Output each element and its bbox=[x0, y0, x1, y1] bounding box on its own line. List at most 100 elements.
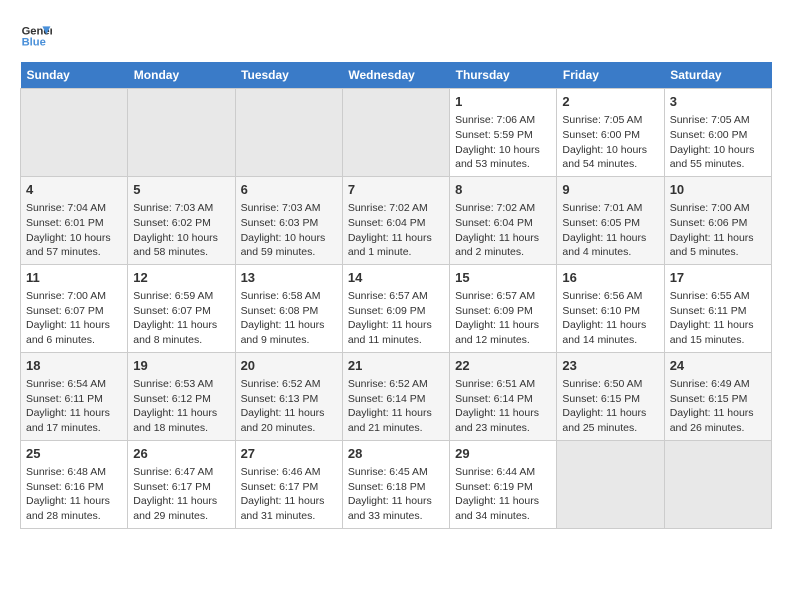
calendar-cell: 9Sunrise: 7:01 AMSunset: 6:05 PMDaylight… bbox=[557, 176, 664, 264]
day-number: 6 bbox=[241, 181, 337, 199]
day-number: 19 bbox=[133, 357, 229, 375]
day-number: 21 bbox=[348, 357, 444, 375]
calendar-cell: 2 Sunrise: 7:05 AMSunset: 6:00 PMDaylight… bbox=[557, 89, 664, 177]
cell-content: Sunrise: 6:54 AMSunset: 6:11 PMDaylight:… bbox=[26, 377, 122, 436]
cell-content: Sunrise: 6:47 AMSunset: 6:17 PMDaylight:… bbox=[133, 465, 229, 524]
calendar-cell: 19 Sunrise: 6:53 AMSunset: 6:12 PMDayligh… bbox=[128, 352, 235, 440]
day-number: 25 bbox=[26, 445, 122, 463]
calendar-cell: 11 Sunrise: 7:00 AMSunset: 6:07 PMDayligh… bbox=[21, 264, 128, 352]
day-number: 11 bbox=[26, 269, 122, 287]
calendar-cell: 13 Sunrise: 6:58 AMSunset: 6:08 PMDayligh… bbox=[235, 264, 342, 352]
calendar-cell: 4 Sunrise: 7:04 AMSunset: 6:01 PMDaylight… bbox=[21, 176, 128, 264]
svg-text:Blue: Blue bbox=[22, 37, 46, 49]
day-number: 12 bbox=[133, 269, 229, 287]
calendar-cell: 22 Sunrise: 6:51 AMSunset: 6:14 PMDayligh… bbox=[450, 352, 557, 440]
day-number: 7 bbox=[348, 181, 444, 199]
cell-content: Sunrise: 6:53 AMSunset: 6:12 PMDaylight:… bbox=[133, 377, 229, 436]
cell-content: Sunrise: 6:45 AMSunset: 6:18 PMDaylight:… bbox=[348, 465, 444, 524]
cell-content: Sunrise: 6:58 AMSunset: 6:08 PMDaylight:… bbox=[241, 289, 337, 348]
week-row-2: 4 Sunrise: 7:04 AMSunset: 6:01 PMDaylight… bbox=[21, 176, 772, 264]
cell-content: Sunrise: 6:57 AMSunset: 6:09 PMDaylight:… bbox=[455, 289, 551, 348]
day-number: 1 bbox=[455, 93, 551, 111]
cell-content: Sunrise: 7:05 AMSunset: 6:00 PMDaylight:… bbox=[562, 113, 658, 172]
calendar-cell: 24 Sunrise: 6:49 AMSunset: 6:15 PMDayligh… bbox=[664, 352, 771, 440]
cell-content: Sunrise: 6:48 AMSunset: 6:16 PMDaylight:… bbox=[26, 465, 122, 524]
day-number: 3 bbox=[670, 93, 766, 111]
header-cell-tuesday: Tuesday bbox=[235, 62, 342, 89]
week-row-5: 25 Sunrise: 6:48 AMSunset: 6:16 PMDayligh… bbox=[21, 440, 772, 528]
calendar-cell: 14 Sunrise: 6:57 AMSunset: 6:09 PMDayligh… bbox=[342, 264, 449, 352]
calendar-cell: 1 Sunrise: 7:06 AMSunset: 5:59 PMDaylight… bbox=[450, 89, 557, 177]
calendar-cell: 16Sunrise: 6:56 AMSunset: 6:10 PMDayligh… bbox=[557, 264, 664, 352]
day-number: 15 bbox=[455, 269, 551, 287]
cell-content: Sunrise: 7:06 AMSunset: 5:59 PMDaylight:… bbox=[455, 113, 551, 172]
cell-content: Sunrise: 6:55 AMSunset: 6:11 PMDaylight:… bbox=[670, 289, 766, 348]
calendar-cell: 17 Sunrise: 6:55 AMSunset: 6:11 PMDayligh… bbox=[664, 264, 771, 352]
calendar-cell: 10 Sunrise: 7:00 AMSunset: 6:06 PMDayligh… bbox=[664, 176, 771, 264]
calendar-cell: 5 Sunrise: 7:03 AMSunset: 6:02 PMDaylight… bbox=[128, 176, 235, 264]
cell-content: Sunrise: 7:05 AMSunset: 6:00 PMDaylight:… bbox=[670, 113, 766, 172]
day-number: 14 bbox=[348, 269, 444, 287]
cell-content: Sunrise: 7:03 AMSunset: 6:03 PMDaylight:… bbox=[241, 201, 337, 260]
day-number: 20 bbox=[241, 357, 337, 375]
calendar-cell: 15 Sunrise: 6:57 AMSunset: 6:09 PMDayligh… bbox=[450, 264, 557, 352]
header-cell-saturday: Saturday bbox=[664, 62, 771, 89]
calendar-cell bbox=[235, 89, 342, 177]
cell-content: Sunrise: 6:52 AMSunset: 6:13 PMDaylight:… bbox=[241, 377, 337, 436]
day-number: 2 bbox=[562, 93, 658, 111]
day-number: 26 bbox=[133, 445, 229, 463]
day-number: 8 bbox=[455, 181, 551, 199]
calendar-cell bbox=[128, 89, 235, 177]
week-row-1: 1 Sunrise: 7:06 AMSunset: 5:59 PMDaylight… bbox=[21, 89, 772, 177]
cell-content: Sunrise: 6:44 AMSunset: 6:19 PMDaylight:… bbox=[455, 465, 551, 524]
calendar-cell: 6 Sunrise: 7:03 AMSunset: 6:03 PMDaylight… bbox=[235, 176, 342, 264]
day-number: 29 bbox=[455, 445, 551, 463]
calendar-cell: 23Sunrise: 6:50 AMSunset: 6:15 PMDayligh… bbox=[557, 352, 664, 440]
calendar-cell bbox=[557, 440, 664, 528]
cell-content: Sunrise: 7:00 AMSunset: 6:07 PMDaylight:… bbox=[26, 289, 122, 348]
cell-content: Sunrise: 7:04 AMSunset: 6:01 PMDaylight:… bbox=[26, 201, 122, 260]
header-cell-wednesday: Wednesday bbox=[342, 62, 449, 89]
day-number: 28 bbox=[348, 445, 444, 463]
calendar-cell: 29 Sunrise: 6:44 AMSunset: 6:19 PMDayligh… bbox=[450, 440, 557, 528]
cell-content: Sunrise: 6:51 AMSunset: 6:14 PMDaylight:… bbox=[455, 377, 551, 436]
calendar-cell: 25 Sunrise: 6:48 AMSunset: 6:16 PMDayligh… bbox=[21, 440, 128, 528]
cell-content: Sunrise: 6:50 AMSunset: 6:15 PMDaylight:… bbox=[562, 377, 658, 436]
cell-content: Sunrise: 6:52 AMSunset: 6:14 PMDaylight:… bbox=[348, 377, 444, 436]
day-number: 5 bbox=[133, 181, 229, 199]
calendar-cell bbox=[664, 440, 771, 528]
logo-icon: General Blue bbox=[20, 20, 52, 52]
week-row-4: 18 Sunrise: 6:54 AMSunset: 6:11 PMDayligh… bbox=[21, 352, 772, 440]
calendar-cell: 18 Sunrise: 6:54 AMSunset: 6:11 PMDayligh… bbox=[21, 352, 128, 440]
header-cell-thursday: Thursday bbox=[450, 62, 557, 89]
day-number: 22 bbox=[455, 357, 551, 375]
calendar-cell: 8 Sunrise: 7:02 AMSunset: 6:04 PMDaylight… bbox=[450, 176, 557, 264]
cell-content: Sunrise: 7:02 AMSunset: 6:04 PMDaylight:… bbox=[348, 201, 444, 260]
cell-content: Sunrise: 6:57 AMSunset: 6:09 PMDaylight:… bbox=[348, 289, 444, 348]
calendar-cell bbox=[21, 89, 128, 177]
calendar-cell: 27 Sunrise: 6:46 AMSunset: 6:17 PMDayligh… bbox=[235, 440, 342, 528]
day-number: 4 bbox=[26, 181, 122, 199]
calendar-cell: 3 Sunrise: 7:05 AMSunset: 6:00 PMDaylight… bbox=[664, 89, 771, 177]
logo: General Blue bbox=[20, 20, 52, 52]
day-number: 13 bbox=[241, 269, 337, 287]
header: General Blue bbox=[20, 20, 772, 52]
day-number: 17 bbox=[670, 269, 766, 287]
cell-content: Sunrise: 7:00 AMSunset: 6:06 PMDaylight:… bbox=[670, 201, 766, 260]
day-number: 10 bbox=[670, 181, 766, 199]
day-number: 24 bbox=[670, 357, 766, 375]
calendar-cell: 7 Sunrise: 7:02 AMSunset: 6:04 PMDaylight… bbox=[342, 176, 449, 264]
cell-content: Sunrise: 6:46 AMSunset: 6:17 PMDaylight:… bbox=[241, 465, 337, 524]
cell-content: Sunrise: 6:49 AMSunset: 6:15 PMDaylight:… bbox=[670, 377, 766, 436]
cell-content: Sunrise: 7:02 AMSunset: 6:04 PMDaylight:… bbox=[455, 201, 551, 260]
cell-content: Sunrise: 6:59 AMSunset: 6:07 PMDaylight:… bbox=[133, 289, 229, 348]
day-number: 27 bbox=[241, 445, 337, 463]
week-row-3: 11 Sunrise: 7:00 AMSunset: 6:07 PMDayligh… bbox=[21, 264, 772, 352]
header-cell-monday: Monday bbox=[128, 62, 235, 89]
calendar-cell: 21 Sunrise: 6:52 AMSunset: 6:14 PMDayligh… bbox=[342, 352, 449, 440]
day-number: 9 bbox=[562, 181, 658, 199]
cell-content: Sunrise: 7:03 AMSunset: 6:02 PMDaylight:… bbox=[133, 201, 229, 260]
calendar-cell: 12 Sunrise: 6:59 AMSunset: 6:07 PMDayligh… bbox=[128, 264, 235, 352]
cell-content: Sunrise: 6:56 AMSunset: 6:10 PMDaylight:… bbox=[562, 289, 658, 348]
day-number: 18 bbox=[26, 357, 122, 375]
